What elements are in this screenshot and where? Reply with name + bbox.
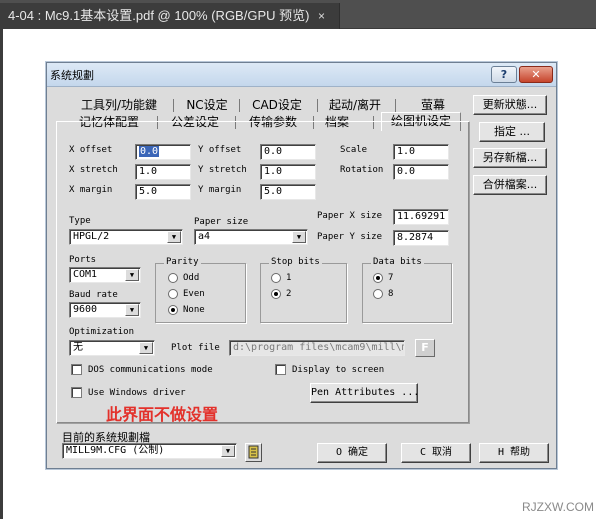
parity-none-radio[interactable] xyxy=(168,305,178,315)
x-stretch-input[interactable]: 1.0 xyxy=(135,164,191,180)
x-stretch-label: X stretch xyxy=(69,165,118,175)
optimization-label: Optimization xyxy=(69,327,135,337)
y-offset-label: Y offset xyxy=(198,145,242,155)
tab-nc-settings[interactable]: NC设定 xyxy=(179,97,235,114)
x-offset-label: X offset xyxy=(69,145,113,155)
type-select[interactable]: HPGL/2 ▼ xyxy=(69,229,183,245)
close-icon[interactable]: ✕ xyxy=(519,66,553,83)
y-margin-input[interactable]: 5.0 xyxy=(260,184,316,200)
tab-toolbar-keys[interactable]: 工具列/功能鍵 xyxy=(71,97,167,114)
scale-input[interactable]: 1.0 xyxy=(393,144,449,160)
stop-bits-2-label: 2 xyxy=(286,289,292,299)
stop-bits-1-radio[interactable] xyxy=(271,273,281,283)
x-offset-input[interactable]: 0.0 xyxy=(135,144,191,160)
baud-rate-select[interactable]: 9600 ▼ xyxy=(69,302,141,318)
tab-separator xyxy=(239,99,240,112)
file-icon[interactable] xyxy=(245,443,262,462)
windows-driver-label: Use Windows driver xyxy=(88,388,186,398)
cancel-button[interactable]: C 取消 xyxy=(401,443,471,463)
data-bits-group: Data bits 7 8 xyxy=(362,257,452,323)
current-config-select[interactable]: MILL9M.CFG (公制) ▼ xyxy=(62,443,237,459)
chevron-down-icon[interactable]: ▼ xyxy=(125,269,139,281)
document-tab[interactable]: 4-04 : Mc9.1基本设置.pdf @ 100% (RGB/GPU 预览)… xyxy=(0,3,340,29)
parity-odd-label: Odd xyxy=(183,273,200,283)
help-button[interactable]: H 帮助 xyxy=(479,443,549,463)
document-tab-close-icon[interactable]: × xyxy=(318,3,334,29)
rotation-input[interactable]: 0.0 xyxy=(393,164,449,180)
watermark: RJZXW.COM xyxy=(522,500,594,514)
chevron-down-icon[interactable]: ▼ xyxy=(139,342,153,354)
stop-bits-1-label: 1 xyxy=(286,273,292,283)
ok-button[interactable]: O 确定 xyxy=(317,443,387,463)
dialog-title: 系统规劃 xyxy=(50,69,94,82)
tab-separator xyxy=(395,99,396,112)
optimization-select[interactable]: 无 ▼ xyxy=(69,340,155,356)
dialog-titlebar: 系统规劃 ? ✕ xyxy=(47,63,556,87)
paper-x-size-input[interactable]: 11.69291 xyxy=(393,209,449,225)
rotation-label: Rotation xyxy=(340,165,384,175)
y-stretch-input[interactable]: 1.0 xyxy=(260,164,316,180)
y-stretch-label: Y stretch xyxy=(198,165,247,175)
chevron-down-icon[interactable]: ▼ xyxy=(125,304,139,316)
pen-attributes-button[interactable]: Pen Attributes ... xyxy=(310,383,419,403)
update-status-button[interactable]: 更新狀態... xyxy=(473,95,547,115)
windows-driver-checkbox[interactable] xyxy=(71,387,82,398)
parity-group: Parity Odd Even None xyxy=(155,257,246,323)
browse-file-button[interactable]: F xyxy=(415,339,435,357)
type-label: Type xyxy=(69,216,91,226)
display-screen-checkbox[interactable] xyxy=(275,364,286,375)
dos-mode-label: DOS communications mode xyxy=(88,365,213,375)
save-as-button[interactable]: 另存新檔... xyxy=(473,148,547,168)
help-icon[interactable]: ? xyxy=(491,66,517,83)
tab-startup-exit[interactable]: 起动/离开 xyxy=(323,97,387,114)
parity-even-label: Even xyxy=(183,289,205,299)
parity-odd-radio[interactable] xyxy=(168,273,178,283)
specify-button[interactable]: 指定 ... xyxy=(479,122,545,142)
y-offset-input[interactable]: 0.0 xyxy=(260,144,316,160)
parity-even-radio[interactable] xyxy=(168,289,178,299)
x-margin-label: X margin xyxy=(69,185,113,195)
data-bits-title: Data bits xyxy=(371,257,424,267)
document-tab-bar: 4-04 : Mc9.1基本设置.pdf @ 100% (RGB/GPU 预览)… xyxy=(0,0,596,29)
plot-file-input[interactable]: d:\program files\mcam9\mill\m xyxy=(229,340,405,356)
file-icon-graphic xyxy=(248,445,259,459)
stop-bits-group: Stop bits 1 2 xyxy=(260,257,347,323)
parity-title: Parity xyxy=(164,257,201,267)
y-margin-label: Y margin xyxy=(198,185,242,195)
merge-file-button[interactable]: 合併檔案... xyxy=(473,175,547,195)
ports-label: Ports xyxy=(69,255,97,265)
paper-x-size-label: Paper X size xyxy=(317,211,383,221)
data-bits-7-radio[interactable] xyxy=(373,273,383,283)
tab-separator xyxy=(173,99,174,112)
dos-mode-checkbox[interactable] xyxy=(71,364,82,375)
chevron-down-icon[interactable]: ▼ xyxy=(292,231,306,243)
tab-separator xyxy=(317,99,318,112)
document-tab-title: 4-04 : Mc9.1基本设置.pdf @ 100% (RGB/GPU 预览) xyxy=(8,8,310,23)
plotter-settings-panel: X offset 0.0 Y offset 0.0 Scale 1.0 X st… xyxy=(56,121,470,424)
annotation-note: 此界面不做设置 xyxy=(106,405,219,424)
canvas-left-edge xyxy=(0,29,3,519)
stop-bits-title: Stop bits xyxy=(269,257,322,267)
data-bits-8-radio[interactable] xyxy=(373,289,383,299)
paper-y-size-label: Paper Y size xyxy=(317,232,383,242)
data-bits-7-label: 7 xyxy=(388,273,394,283)
display-screen-label: Display to screen xyxy=(292,365,385,375)
plot-file-label: Plot file xyxy=(171,343,220,353)
scale-label: Scale xyxy=(340,145,368,155)
chevron-down-icon[interactable]: ▼ xyxy=(221,445,235,457)
system-config-dialog: 系统规劃 ? ✕ 工具列/功能鍵 NC设定 CAD设定 起动/离开 萤幕 记忆体… xyxy=(46,62,557,469)
x-margin-input[interactable]: 5.0 xyxy=(135,184,191,200)
paper-size-label: Paper size xyxy=(194,217,249,227)
stop-bits-2-radio[interactable] xyxy=(271,289,281,299)
paper-y-size-input[interactable]: 8.2874 xyxy=(393,230,449,246)
paper-size-select[interactable]: a4 ▼ xyxy=(194,229,308,245)
data-bits-8-label: 8 xyxy=(388,289,394,299)
baud-rate-label: Baud rate xyxy=(69,290,118,300)
tab-cad-settings[interactable]: CAD设定 xyxy=(245,97,309,114)
parity-none-label: None xyxy=(183,305,205,315)
chevron-down-icon[interactable]: ▼ xyxy=(167,231,181,243)
ports-select[interactable]: COM1 ▼ xyxy=(69,267,141,283)
